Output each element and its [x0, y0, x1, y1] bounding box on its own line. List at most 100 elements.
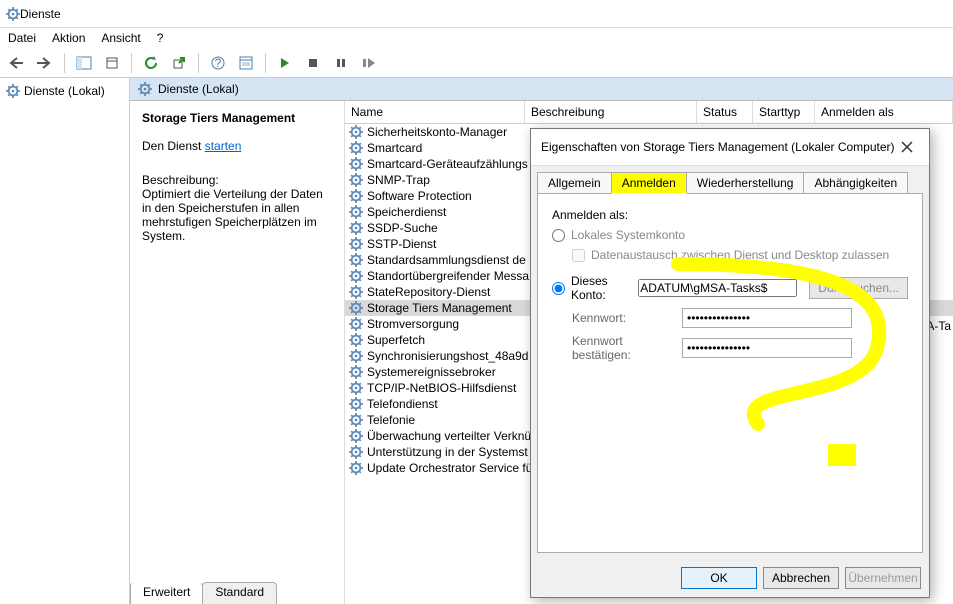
content-header-title: Dienste (Lokal): [158, 82, 239, 96]
close-button[interactable]: [895, 135, 919, 159]
menu-action[interactable]: Aktion: [52, 31, 85, 45]
gear-icon: [349, 157, 363, 171]
gear-icon: [349, 285, 363, 299]
gear-icon: [349, 349, 363, 363]
service-name: Storage Tiers Management: [367, 301, 512, 315]
service-name: Software Protection: [367, 189, 472, 203]
description-label: Beschreibung:: [142, 173, 332, 187]
properties-button[interactable]: [101, 52, 123, 74]
refresh-button[interactable]: [140, 52, 162, 74]
service-name: StateRepository-Dienst: [367, 285, 490, 299]
dialog-button-row: OK Abbrechen Übernehmen: [531, 559, 929, 597]
gear-icon: [349, 461, 363, 475]
checkbox-allow-desktop-label: Datenaustausch zwischen Dienst und Deskt…: [591, 248, 889, 262]
radio-local-system-label: Lokales Systemkonto: [571, 228, 685, 242]
pause-service-button[interactable]: [330, 52, 352, 74]
password-confirm-input[interactable]: [682, 338, 852, 358]
tab-dependencies[interactable]: Abhängigkeiten: [803, 172, 908, 194]
cancel-button[interactable]: Abbrechen: [763, 567, 839, 589]
password-confirm-row: Kennwort bestätigen:: [552, 334, 908, 362]
service-name: TCP/IP-NetBIOS-Hilfsdienst: [367, 381, 516, 395]
window-titlebar: Dienste: [0, 0, 953, 28]
service-name: Telefonie: [367, 413, 415, 427]
service-name: Smartcard-Geräteaufzählungs: [367, 157, 528, 171]
service-name: Überwachung verteilter Verknü: [367, 429, 531, 443]
checkbox-allow-desktop-input: [572, 249, 585, 262]
gear-icon: [349, 205, 363, 219]
radio-this-account-input[interactable]: [552, 282, 565, 295]
window-title: Dienste: [20, 7, 61, 21]
radio-local-system-input[interactable]: [552, 229, 565, 242]
gear-icon: [349, 365, 363, 379]
gear-icon: [349, 381, 363, 395]
ok-button[interactable]: OK: [681, 567, 757, 589]
menu-file[interactable]: Datei: [8, 31, 36, 45]
stop-service-button[interactable]: [302, 52, 324, 74]
apply-button[interactable]: Übernehmen: [845, 567, 921, 589]
start-prefix: Den Dienst: [142, 139, 205, 153]
gear-icon: [349, 317, 363, 331]
service-name: Smartcard: [367, 141, 422, 155]
gear-icon: [349, 397, 363, 411]
tab-standard[interactable]: Standard: [202, 582, 277, 604]
tab-general[interactable]: Allgemein: [537, 172, 612, 194]
bottom-tabs: Erweitert Standard: [130, 582, 276, 604]
app-icon: [6, 7, 20, 21]
list-header: Name Beschreibung Status Starttyp Anmeld…: [345, 101, 953, 124]
restart-service-button[interactable]: [358, 52, 380, 74]
col-desc[interactable]: Beschreibung: [525, 101, 697, 123]
gear-icon: [349, 189, 363, 203]
gear-icon: [349, 141, 363, 155]
service-name: Speicherdienst: [367, 205, 446, 219]
password-confirm-label: Kennwort bestätigen:: [572, 334, 682, 362]
checkbox-allow-desktop: Datenaustausch zwischen Dienst und Deskt…: [572, 248, 908, 262]
col-name[interactable]: Name: [345, 101, 525, 123]
toolbar-separator: [198, 53, 199, 73]
forward-button[interactable]: [34, 52, 56, 74]
col-status[interactable]: Status: [697, 101, 753, 123]
radio-local-system[interactable]: Lokales Systemkonto: [552, 228, 908, 242]
gear-icon: [349, 125, 363, 139]
service-name: Telefondienst: [367, 397, 438, 411]
password-input[interactable]: [682, 308, 852, 328]
gear-icon: [349, 301, 363, 315]
dialog-body: Anmelden als: Lokales Systemkonto Datena…: [537, 193, 923, 553]
radio-this-account[interactable]: Dieses Konto: Durchsuchen...: [552, 274, 908, 302]
service-name: Sicherheitskonto-Manager: [367, 125, 507, 139]
service-name: SSDP-Suche: [367, 221, 438, 235]
col-startup[interactable]: Starttyp: [753, 101, 815, 123]
export-button[interactable]: [168, 52, 190, 74]
service-name: Stromversorgung: [367, 317, 459, 331]
back-button[interactable]: [6, 52, 28, 74]
menu-bar: Datei Aktion Ansicht ?: [0, 28, 953, 48]
menu-view[interactable]: Ansicht: [101, 31, 140, 45]
browse-button[interactable]: Durchsuchen...: [809, 277, 908, 299]
toolbar-separator: [265, 53, 266, 73]
menu-help[interactable]: ?: [157, 31, 164, 45]
tab-extended[interactable]: Erweitert: [130, 582, 203, 604]
service-name: Update Orchestrator Service fü: [367, 461, 532, 475]
truncated-logon-cell: A-Ta: [926, 319, 951, 333]
start-service-link[interactable]: starten: [205, 139, 242, 153]
gear-icon: [349, 237, 363, 251]
service-name: Standortübergreifender Messa: [367, 269, 529, 283]
account-input[interactable]: [638, 279, 797, 297]
gear-icon: [349, 445, 363, 459]
gear-icon: [349, 413, 363, 427]
gear-icon: [349, 269, 363, 283]
tree-root-item[interactable]: Dienste (Lokal): [4, 82, 125, 100]
gear-icon: [349, 333, 363, 347]
service-name: Standardsammlungsdienst de: [367, 253, 526, 267]
password-label: Kennwort:: [572, 311, 682, 325]
tab-logon[interactable]: Anmelden: [611, 172, 687, 194]
service-name: Systemereignissebroker: [367, 365, 496, 379]
service-name: SNMP-Trap: [367, 173, 430, 187]
show-hide-tree-button[interactable]: [73, 52, 95, 74]
service-name: Superfetch: [367, 333, 425, 347]
help-button[interactable]: ?: [207, 52, 229, 74]
gear-icon: [6, 84, 20, 98]
tab-recovery[interactable]: Wiederherstellung: [686, 172, 805, 194]
start-service-button[interactable]: [274, 52, 296, 74]
properties-big-button[interactable]: [235, 52, 257, 74]
col-logon[interactable]: Anmelden als: [815, 101, 953, 123]
